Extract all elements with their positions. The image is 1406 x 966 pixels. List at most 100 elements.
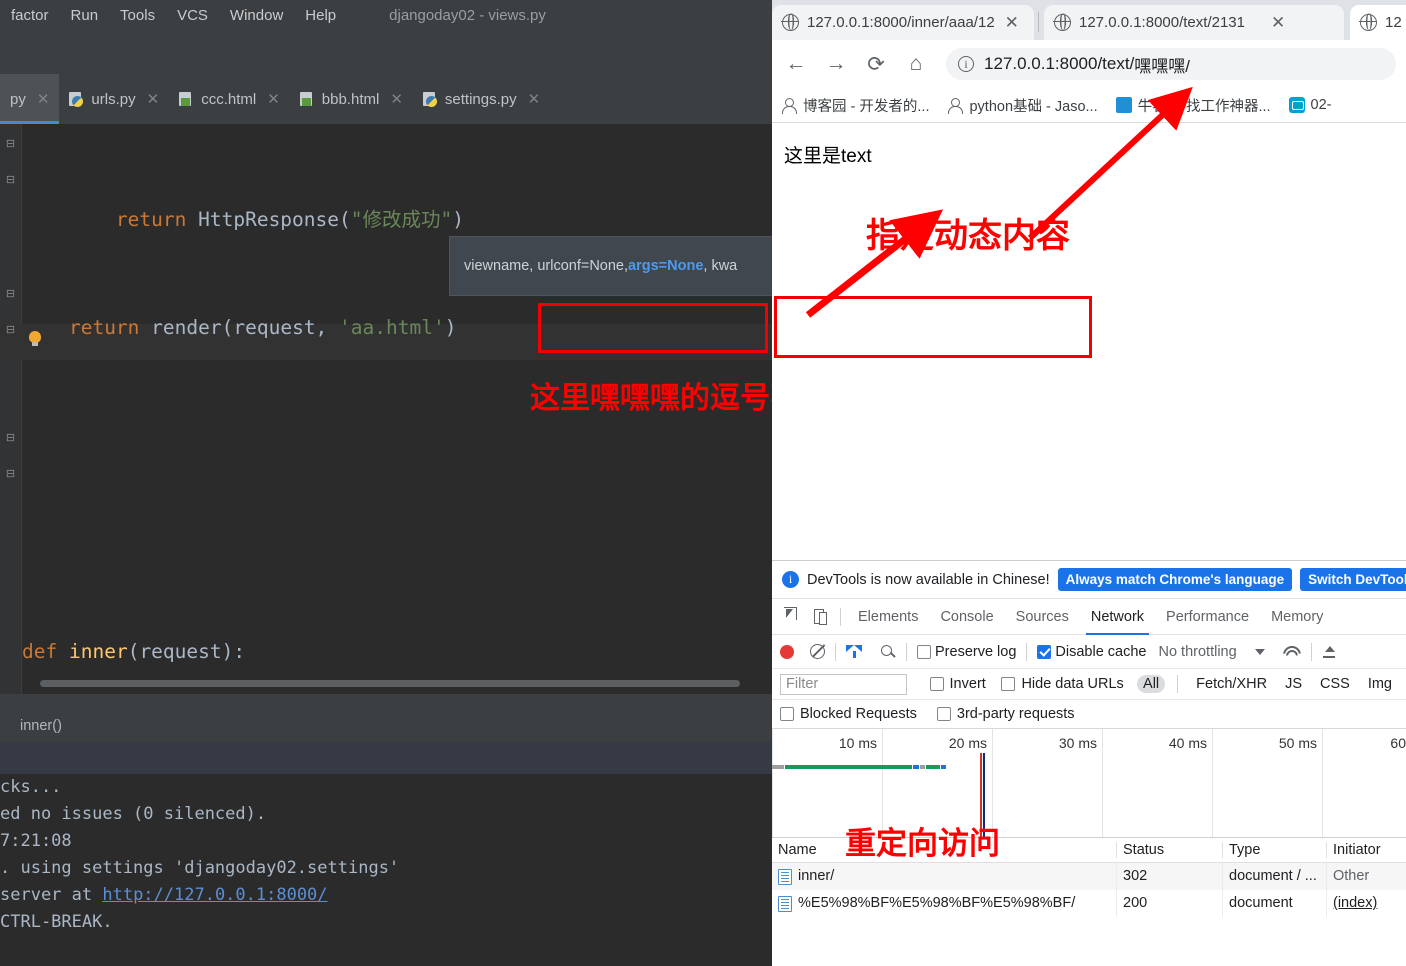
fold-marker-icon[interactable]: ⊟ [4,288,17,301]
info-icon: i [782,571,799,588]
close-icon[interactable]: ✕ [1271,13,1285,33]
blocked-requests-checkbox[interactable] [780,707,794,721]
invert-label[interactable]: Invert [950,676,986,692]
browser-tab-text2131[interactable]: 127.0.0.1:8000/text/2131 ✕ [1044,5,1344,40]
always-match-language-button[interactable]: Always match Chrome's language [1057,568,1293,591]
site-info-icon[interactable]: i [958,56,974,72]
filter-icon[interactable] [846,644,862,659]
hide-data-urls-label[interactable]: Hide data URLs [1021,676,1123,692]
third-party-requests-label[interactable]: 3rd-party requests [957,706,1075,722]
import-har-icon[interactable] [1322,644,1338,660]
resource-type-all[interactable]: All [1137,675,1166,693]
preserve-log-checkbox[interactable] [917,644,931,659]
server-url-link[interactable]: http://127.0.0.1:8000/ [102,885,327,905]
throttling-select[interactable]: No throttling [1158,644,1236,660]
resource-type-js[interactable]: JS [1279,675,1308,693]
close-icon[interactable]: ✕ [147,90,160,108]
record-button[interactable] [780,644,794,659]
close-icon[interactable]: ✕ [1005,13,1019,33]
python-file-icon [422,91,438,108]
hide-data-urls-checkbox[interactable] [1001,677,1016,691]
bookmark-python-jason[interactable]: python基础 - Jaso... [938,95,1106,116]
devtools-panel: i DevTools is now available in Chinese! … [772,560,1406,966]
inspect-element-icon[interactable] [778,604,806,630]
bookmark-bokeyuan[interactable]: 博客园 - 开发者的... [772,95,938,116]
column-header-status[interactable]: Status [1116,842,1222,858]
timeline-bar-segment [913,765,919,769]
browser-tab-active[interactable]: 12 [1350,5,1406,40]
divider [1026,642,1028,661]
fold-marker-icon[interactable]: ⊟ [4,174,17,187]
menu-item-run[interactable]: Run [60,7,110,24]
divider [906,642,907,661]
editor-tab-label: settings.py [444,90,517,108]
editor-horizontal-scrollbar[interactable] [22,679,762,688]
browser-tab-title: 12 [1385,14,1402,31]
request-initiator[interactable]: (index) [1333,895,1377,911]
editor-tab-label: urls.py [91,90,136,108]
tab-performance[interactable]: Performance [1155,599,1260,635]
table-row[interactable]: inner/ 302 document / ... Other [772,863,1406,890]
fold-marker-icon[interactable]: ⊟ [4,138,17,151]
tab-network[interactable]: Network [1080,599,1155,635]
editor-tab-urls[interactable]: urls.py ✕ [59,74,169,124]
forward-button[interactable]: → [820,48,852,80]
tab-elements[interactable]: Elements [847,599,929,635]
resource-type-img[interactable]: Img [1362,675,1398,693]
close-icon[interactable]: ✕ [390,90,403,108]
bookmark-niuke[interactable]: 牛客网-找工作神器... [1107,95,1280,116]
search-icon[interactable] [880,644,896,660]
menu-item-refactor[interactable]: factor [0,7,60,24]
editor-gutter[interactable] [0,124,22,694]
disable-cache-checkbox[interactable] [1037,644,1052,659]
reload-button[interactable]: ⟳ [860,48,892,80]
close-icon[interactable]: ✕ [267,90,280,108]
clear-button[interactable] [810,644,825,659]
timeline-gridline [772,729,773,837]
network-conditions-icon[interactable] [1283,644,1301,660]
close-icon[interactable]: ✕ [37,90,50,108]
preserve-log-label[interactable]: Preserve log [935,644,1016,660]
devtools-tab-bar: Elements Console Sources Network Perform… [772,599,1406,635]
menu-item-vcs[interactable]: VCS [166,7,219,24]
address-bar[interactable]: i 127.0.0.1:8000/text/嘿嘿嘿/ [946,48,1396,80]
menu-item-help[interactable]: Help [294,7,347,24]
disable-cache-label[interactable]: Disable cache [1055,644,1146,660]
page-viewport: 这里是text [772,123,1406,560]
fold-marker-icon[interactable]: ⊟ [4,432,17,445]
home-button[interactable]: ⌂ [900,48,932,80]
menu-item-tools[interactable]: Tools [109,7,166,24]
tab-console[interactable]: Console [929,599,1004,635]
blocked-requests-label[interactable]: Blocked Requests [800,706,917,722]
fold-marker-icon[interactable]: ⊟ [4,324,17,337]
editor-tab-settings[interactable]: settings.py ✕ [413,74,550,124]
tab-sources[interactable]: Sources [1005,599,1080,635]
close-icon[interactable]: ✕ [528,90,541,108]
resource-type-css[interactable]: CSS [1314,675,1356,693]
column-header-initiator[interactable]: Initiator [1326,842,1406,858]
editor-tab-bbb[interactable]: bbb.html ✕ [290,74,413,124]
table-row[interactable]: %E5%98%BF%E5%98%BF%E5%98%BF/ 200 documen… [772,890,1406,917]
chevron-down-icon[interactable] [1254,648,1265,655]
menu-item-window[interactable]: Window [219,7,294,24]
browser-tab-inner[interactable]: 127.0.0.1:8000/inner/aaa/12 ✕ [772,5,1034,40]
editor-tab-ccc[interactable]: ccc.html ✕ [169,74,290,124]
third-party-requests-checkbox[interactable] [936,707,951,721]
invert-checkbox[interactable] [929,677,944,691]
filter-input[interactable]: Filter [780,673,907,695]
request-type: document / ... [1222,863,1326,890]
device-toolbar-icon[interactable] [806,604,834,630]
column-header-type[interactable]: Type [1222,842,1326,858]
tab-memory[interactable]: Memory [1260,599,1334,635]
console-scrollbar[interactable] [760,774,772,966]
resource-type-fetch-xhr[interactable]: Fetch/XHR [1190,675,1273,693]
breadcrumb[interactable]: inner() [20,718,62,734]
run-console-output[interactable]: cks... ed no issues (0 silenced). 7:21:0… [0,774,772,966]
bookmark-bilibili[interactable]: 02- [1280,97,1341,113]
editor-tab-label: ccc.html [201,90,257,108]
bookmark-label: 02- [1310,97,1332,113]
back-button[interactable]: ← [780,48,812,80]
fold-marker-icon[interactable]: ⊟ [4,468,17,481]
editor-tab-views[interactable]: py ✕ [0,74,60,124]
switch-devtools-language-button[interactable]: Switch DevTool [1300,568,1406,591]
